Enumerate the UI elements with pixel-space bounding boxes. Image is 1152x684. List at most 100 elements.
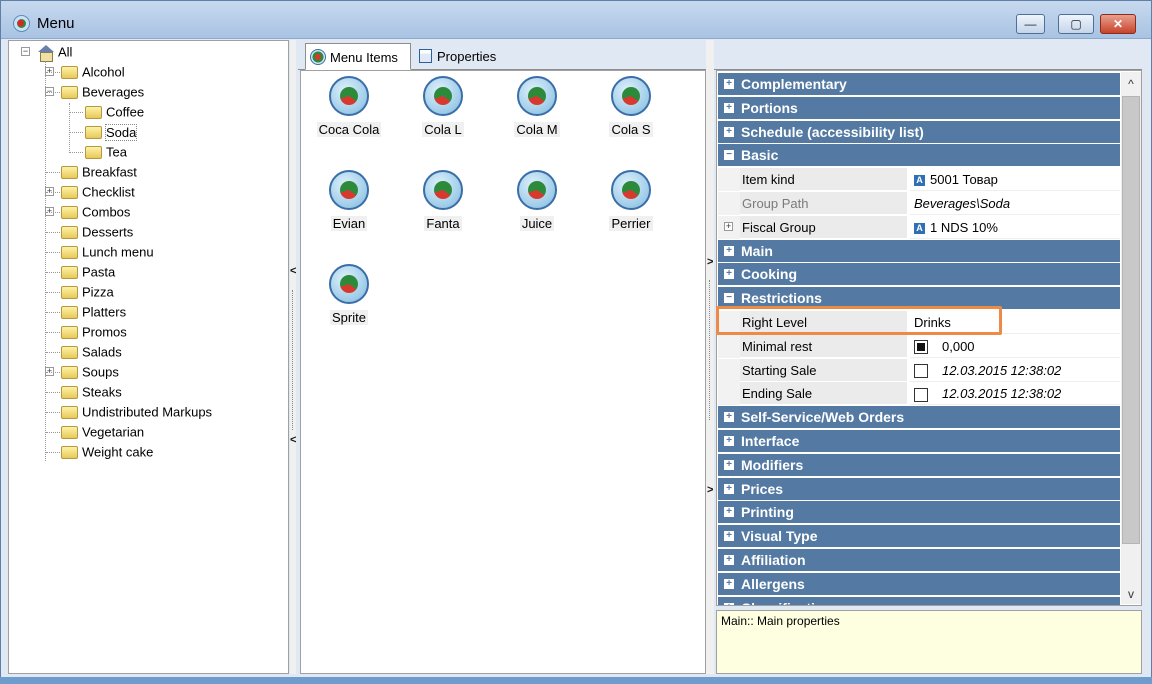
checkbox[interactable] — [914, 387, 928, 402]
expand-icon[interactable]: + — [724, 602, 734, 605]
category-interface[interactable]: + Interface — [718, 430, 1120, 452]
expand-icon[interactable]: + — [724, 507, 734, 518]
expand-right-icon-2[interactable]: > — [707, 484, 713, 496]
expand-right-icon[interactable]: > — [707, 256, 713, 268]
category-schedule-accessibility-list-[interactable]: + Schedule (accessibility list) — [718, 120, 1120, 143]
tree-item-alcohol[interactable]: + Alcohol — [45, 62, 125, 82]
category-cooking[interactable]: + Cooking — [718, 263, 1120, 286]
close-button[interactable]: ✕ — [1100, 14, 1136, 34]
property-row-fiscal-group[interactable]: + Fiscal Group A 1 NDS 10% — [718, 215, 1120, 239]
category-self-service-web-orders[interactable]: + Self-Service/Web Orders — [718, 406, 1120, 429]
collapse-icon[interactable]: − — [21, 47, 30, 56]
category-allergens[interactable]: + Allergens — [718, 572, 1120, 595]
category-portions[interactable]: + Portions — [718, 96, 1120, 119]
expand-icon[interactable]: + — [724, 102, 734, 113]
menu-item-evian[interactable]: Evian — [308, 170, 390, 231]
menu-item-fanta[interactable]: Fanta — [402, 170, 484, 231]
tree-item-steaks[interactable]: Steaks — [61, 382, 122, 402]
expand-icon[interactable]: + — [724, 436, 734, 446]
tree-item-weight-cake[interactable]: Weight cake — [61, 442, 153, 462]
maximize-button[interactable]: ▢ — [1058, 14, 1094, 34]
tree-item-desserts[interactable]: Desserts — [61, 222, 133, 242]
collapse-icon[interactable]: − — [724, 293, 734, 304]
checkbox[interactable] — [914, 340, 928, 355]
minimize-button[interactable]: — — [1016, 14, 1045, 34]
tree-item-pizza[interactable]: Pizza — [61, 282, 114, 302]
category-prices[interactable]: + Prices — [718, 477, 1120, 500]
menu-item-juice[interactable]: Juice — [496, 170, 578, 231]
property-grid[interactable]: + Complementary + Portions + Schedule (access… — [716, 70, 1142, 606]
expand-icon[interactable]: + — [724, 412, 734, 423]
category-tree[interactable]: − All + Alcohol − Beverages Coffee Soda Tea Break… — [8, 40, 289, 674]
category-basic[interactable]: − Basic — [718, 144, 1120, 167]
expand-icon[interactable]: + — [724, 269, 734, 280]
tree-item-tea[interactable]: Tea — [85, 142, 127, 162]
expand-icon[interactable]: + — [724, 578, 734, 589]
menu-items-grid[interactable]: Coca Cola Cola L Cola M Cola S Evian Fanta Jui… — [300, 70, 706, 674]
tree-item-combos[interactable]: + Combos — [45, 202, 130, 222]
menu-item-cola-l[interactable]: Cola L — [402, 76, 484, 137]
collapse-icon[interactable]: − — [724, 150, 734, 161]
property-value[interactable]: A 5001 Товар — [910, 168, 1120, 192]
expand-icon[interactable]: + — [724, 555, 734, 565]
property-row-ending-sale[interactable]: Ending Sale 12.03.2015 12:38:02 — [718, 382, 1120, 406]
tab-menu-items[interactable]: Menu Items — [305, 43, 411, 70]
tree-root[interactable]: − All — [21, 42, 72, 63]
menu-item-perrier[interactable]: Perrier — [590, 170, 672, 231]
scrollbar-thumb[interactable] — [1122, 96, 1140, 544]
tree-item-beverages[interactable]: − Beverages — [45, 82, 144, 102]
category-affiliation[interactable]: + Affiliation — [718, 549, 1120, 571]
tree-item-pasta[interactable]: Pasta — [61, 262, 115, 282]
tree-item-platters[interactable]: Platters — [61, 302, 126, 322]
menu-item-sprite[interactable]: Sprite — [308, 264, 390, 325]
property-name: Item kind — [740, 168, 907, 192]
property-name: Starting Sale — [740, 358, 907, 382]
category-printing[interactable]: + Printing — [718, 501, 1120, 524]
expand-icon[interactable]: + — [724, 483, 734, 494]
category-classification[interactable]: + Classification — [718, 596, 1120, 605]
property-value[interactable]: 0,000 — [910, 335, 1120, 358]
tree-item-promos[interactable]: Promos — [61, 322, 127, 342]
property-value[interactable]: Beverages\Soda — [910, 192, 1120, 215]
tree-item-vegetarian[interactable]: Vegetarian — [61, 422, 144, 442]
left-splitter[interactable]: < < — [290, 40, 296, 674]
collapse-left-icon[interactable]: < — [290, 265, 296, 277]
expand-icon[interactable]: + — [724, 79, 734, 89]
tree-guide — [46, 252, 60, 253]
property-value[interactable]: A 1 NDS 10% — [910, 216, 1120, 239]
tree-item-soda[interactable]: Soda — [85, 122, 138, 142]
property-row-item-kind[interactable]: Item kind A 5001 Товар — [718, 168, 1120, 192]
menu-item-coca-cola[interactable]: Coca Cola — [308, 76, 390, 137]
menu-item-cola-s[interactable]: Cola S — [590, 76, 672, 137]
collapse-left-icon-2[interactable]: < — [290, 434, 296, 446]
tree-item-undistributed-markups[interactable]: Undistributed Markups — [61, 402, 212, 422]
tree-item-breakfast[interactable]: Breakfast — [61, 162, 137, 182]
tree-item-checklist[interactable]: + Checklist — [45, 182, 135, 202]
category-visual-type[interactable]: + Visual Type — [718, 525, 1120, 548]
expand-icon[interactable]: + — [724, 531, 734, 542]
scroll-down-icon[interactable]: v — [1121, 584, 1141, 604]
right-splitter[interactable]: > > — [706, 40, 714, 674]
property-row-minimal-rest[interactable]: Minimal rest 0,000 — [718, 334, 1120, 358]
scroll-up-icon[interactable]: ^ — [1121, 74, 1141, 94]
tab-properties[interactable]: Properties — [413, 43, 513, 70]
property-row-starting-sale[interactable]: Starting Sale 12.03.2015 12:38:02 — [718, 358, 1120, 382]
property-value[interactable]: 12.03.2015 12:38:02 — [910, 359, 1120, 382]
tree-item-lunch-menu[interactable]: Lunch menu — [61, 242, 154, 262]
category-complementary[interactable]: + Complementary — [718, 73, 1120, 95]
expand-icon[interactable]: + — [724, 221, 733, 231]
tree-item-coffee[interactable]: Coffee — [85, 102, 144, 122]
expand-icon[interactable]: + — [724, 126, 734, 137]
checkbox[interactable] — [914, 364, 928, 379]
expand-icon[interactable]: + — [724, 459, 734, 470]
folder-icon — [61, 326, 78, 340]
tree-item-salads[interactable]: Salads — [61, 342, 122, 362]
property-row-group-path[interactable]: Group Path Beverages\Soda — [718, 192, 1120, 215]
expand-icon[interactable]: + — [724, 245, 734, 256]
property-value[interactable]: 12.03.2015 12:38:02 — [910, 382, 1120, 406]
tree-item-label: Promos — [82, 324, 127, 340]
category-modifiers[interactable]: + Modifiers — [718, 453, 1120, 476]
tree-item-soups[interactable]: + Soups — [45, 362, 119, 382]
category-main[interactable]: + Main — [718, 239, 1120, 262]
menu-item-cola-m[interactable]: Cola M — [496, 76, 578, 137]
